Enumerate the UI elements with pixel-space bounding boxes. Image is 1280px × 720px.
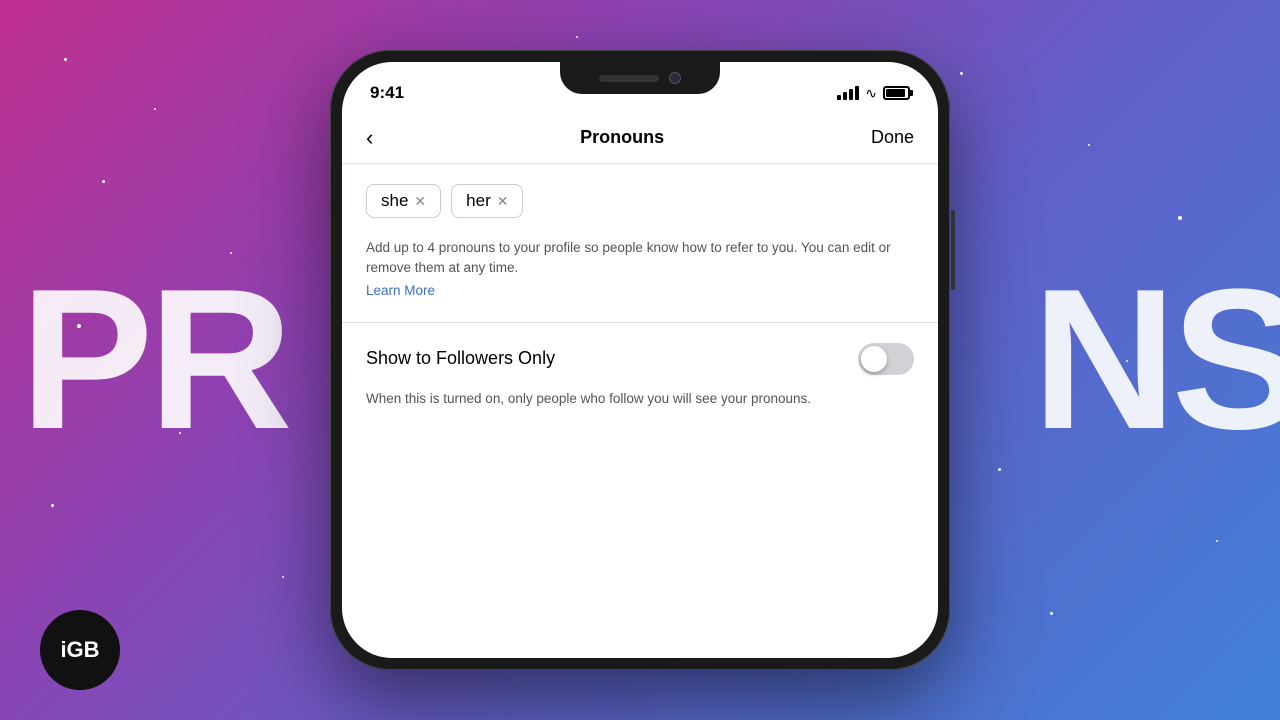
pronouns-description: Add up to 4 pronouns to your profile so … (366, 238, 914, 279)
page-title: Pronouns (580, 127, 664, 148)
bg-text-left: PR (20, 260, 288, 460)
section-divider (342, 322, 938, 323)
pronoun-tags: she ✕ her ✕ (366, 184, 914, 218)
followers-only-toggle[interactable] (858, 343, 914, 375)
battery-fill (886, 89, 905, 97)
content-area: she ✕ her ✕ Add up to 4 pronouns to your… (342, 164, 938, 658)
pronoun-tag-her[interactable]: her ✕ (451, 184, 523, 218)
igb-logo: iGB (40, 610, 120, 690)
toggle-label: Show to Followers Only (366, 348, 555, 369)
remove-her-icon[interactable]: ✕ (497, 193, 509, 210)
wifi-icon: ∿ (865, 85, 877, 102)
done-button[interactable]: Done (871, 127, 914, 148)
phone-screen: 9:41 ∿ ‹ Pronouns (342, 62, 938, 658)
status-icons: ∿ (837, 85, 910, 102)
signal-bar-1 (837, 95, 841, 100)
status-time: 9:41 (370, 83, 404, 103)
pronoun-she-label: she (381, 191, 408, 211)
bg-text-right: NS (1032, 260, 1280, 460)
signal-bar-4 (855, 86, 859, 100)
signal-bar-3 (849, 89, 853, 100)
nav-bar: ‹ Pronouns Done (342, 112, 938, 164)
signal-bar-2 (843, 92, 847, 100)
pronoun-her-label: her (466, 191, 491, 211)
toggle-description: When this is turned on, only people who … (366, 389, 914, 409)
show-followers-toggle-row: Show to Followers Only (366, 343, 914, 375)
toggle-thumb (861, 346, 887, 372)
phone-mockup: 9:41 ∿ ‹ Pronouns (330, 50, 950, 670)
learn-more-link[interactable]: Learn More (366, 283, 914, 298)
speaker (599, 75, 659, 82)
phone-body: 9:41 ∿ ‹ Pronouns (330, 50, 950, 670)
front-camera (669, 72, 681, 84)
side-button (951, 210, 955, 290)
pronoun-tag-she[interactable]: she ✕ (366, 184, 441, 218)
back-button[interactable]: ‹ (366, 125, 373, 151)
phone-notch (560, 62, 720, 94)
battery-icon (883, 86, 910, 100)
signal-bars (837, 86, 859, 100)
remove-she-icon[interactable]: ✕ (414, 193, 426, 210)
